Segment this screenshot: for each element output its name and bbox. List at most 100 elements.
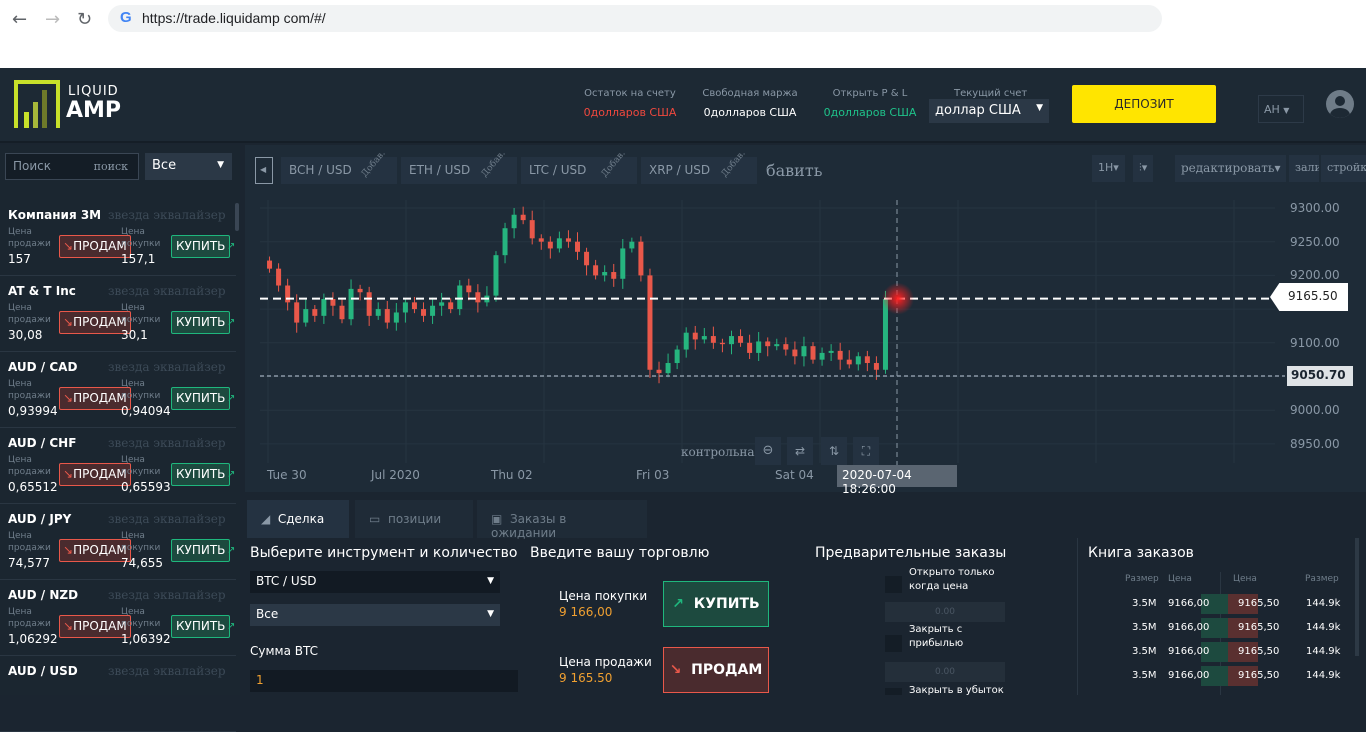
candle-body xyxy=(475,292,481,303)
instrument-select[interactable]: BTC / USD ▼ xyxy=(250,571,500,593)
pnl-stat: Открыть P & L 0долларов США xyxy=(823,88,917,119)
candle-body xyxy=(774,344,780,347)
sell-button[interactable]: ↘ПРОДАМ xyxy=(59,311,131,334)
browser-bar: ← → ↻ Ghttps://trade.liquidamp com/#/ xyxy=(0,0,1366,68)
sell-button[interactable]: ↘ПРОДАМ xyxy=(59,387,131,410)
candle-body xyxy=(402,302,408,313)
favorite-link[interactable]: звезда эквалайзер xyxy=(108,284,226,298)
tab-positions[interactable]: ▭ позиции xyxy=(355,500,473,538)
order-book-scrollbar[interactable] xyxy=(1355,538,1359,656)
url-bar[interactable]: Ghttps://trade.liquidamp com/#/ xyxy=(108,5,1162,32)
sell-button[interactable]: ↘ ПРОДАМ xyxy=(663,647,769,693)
buy-button[interactable]: КУПИТЬ ↗ xyxy=(171,387,235,410)
candle-body xyxy=(285,285,291,303)
instrument-item[interactable]: Компания 3М звезда эквалайзер Цена прода… xyxy=(0,200,236,276)
candle-body xyxy=(348,288,354,320)
arrow-down-icon: ↘ xyxy=(63,239,74,253)
pre-checkbox-open[interactable] xyxy=(885,576,902,593)
instrument-item[interactable]: AUD / USD звезда эквалайзер xyxy=(0,656,236,732)
reload-icon[interactable]: ↻ xyxy=(77,9,92,30)
crosshair-price-label: 9050.70 xyxy=(1287,366,1353,386)
candle-body xyxy=(828,350,834,353)
candle-body xyxy=(728,336,734,345)
buy-button[interactable]: КУПИТЬ ↗ xyxy=(171,539,235,562)
candle-body xyxy=(393,312,399,323)
book-header: Цена xyxy=(1168,574,1192,584)
favorite-link[interactable]: звезда эквалайзер xyxy=(108,512,226,526)
y-tick-label: 9300.00 xyxy=(1290,201,1340,215)
deposit-button[interactable]: ДЕПОЗИТ xyxy=(1072,85,1216,123)
search-button[interactable]: поиск xyxy=(94,160,128,173)
sell-button[interactable]: ↘ПРОДАМ xyxy=(59,539,131,562)
candle-body xyxy=(556,238,562,249)
account-select[interactable]: доллар США ▼ xyxy=(929,99,1049,123)
pre-input-open[interactable]: 0.00 xyxy=(885,602,1005,622)
book-row[interactable]: 3.5M 9166,00 9165,50 144.9k xyxy=(1125,594,1345,614)
candle-body xyxy=(384,309,390,323)
instrument-item[interactable]: AUD / JPY звезда эквалайзер Цена продажи… xyxy=(0,504,236,580)
book-row[interactable]: 3.5M 9166,00 9165,50 144.9k xyxy=(1125,618,1345,638)
zoom-out-icon[interactable]: ⊖ xyxy=(755,437,781,465)
avatar-icon[interactable] xyxy=(1326,90,1354,118)
instrument-name: Компания 3М xyxy=(8,208,102,222)
order-book-title: Книга заказов xyxy=(1088,545,1194,561)
candle-body xyxy=(810,346,816,360)
buy-price: 157,1 xyxy=(121,252,156,266)
briefcase-icon: ▣ xyxy=(491,512,507,526)
favorite-link[interactable]: звезда эквалайзер xyxy=(108,664,226,678)
sell-price: 157 xyxy=(8,252,31,266)
buy-button[interactable]: КУПИТЬ ↗ xyxy=(171,311,235,334)
swap-icon[interactable]: ⇄ xyxy=(787,437,813,465)
pre-checkbox-profit[interactable] xyxy=(885,635,902,652)
free-margin-stat: Свободная маржа 0долларов США xyxy=(702,88,798,119)
amount-input[interactable]: 1 xyxy=(250,670,518,692)
book-row[interactable]: 3.5M 9166,00 9165,50 144.9k xyxy=(1125,666,1345,686)
forward-icon[interactable]: → xyxy=(45,9,60,30)
google-icon: G xyxy=(120,9,132,26)
favorite-link[interactable]: звезда эквалайзер xyxy=(108,208,226,222)
group-select[interactable]: Все ▼ xyxy=(250,604,500,626)
arrow-down-icon: ↘ xyxy=(63,619,74,633)
vertical-scale-icon[interactable]: ⇅ xyxy=(821,437,847,465)
candle-body xyxy=(837,350,843,360)
sell-price: 0,93994 xyxy=(8,404,58,418)
sell-button[interactable]: ↘ПРОДАМ xyxy=(59,615,131,638)
sell-price-label: Цена продажи xyxy=(8,303,51,325)
buy-button[interactable]: КУПИТЬ ↗ xyxy=(171,463,235,486)
sell-button[interactable]: ↘ПРОДАМ xyxy=(59,235,131,258)
candle-body xyxy=(575,241,580,252)
filter-select[interactable]: Все ▼ xyxy=(145,153,232,180)
candle-body xyxy=(593,265,599,276)
candle-body xyxy=(756,341,762,353)
back-icon[interactable]: ← xyxy=(12,9,27,30)
instrument-item[interactable]: AUD / NZD звезда эквалайзер Цена продажи… xyxy=(0,580,236,656)
buy-price-label: Цена покупки xyxy=(121,379,161,401)
candle-body xyxy=(738,336,744,343)
buy-button[interactable]: ↗ КУПИТЬ xyxy=(663,581,769,627)
fullscreen-icon[interactable]: ⛶ xyxy=(853,437,879,465)
x-tick-label: Jul 2020 xyxy=(371,468,420,482)
crosshair-time-label: 2020-07-04 18:26:00 xyxy=(837,465,957,496)
tab-deal[interactable]: ◢ Сделка xyxy=(247,500,349,538)
instrument-name: AUD / CAD xyxy=(8,360,78,374)
pre-input-profit[interactable]: 0.00 xyxy=(885,662,1005,682)
buy-button[interactable]: КУПИТЬ ↗ xyxy=(171,235,235,258)
sell-price: 30,08 xyxy=(8,328,43,342)
candle-body xyxy=(602,272,608,276)
pre-checkbox-loss[interactable] xyxy=(885,688,902,695)
book-row[interactable]: 3.5M 9166,00 9165,50 144.9k xyxy=(1125,642,1345,662)
instrument-item[interactable]: AUD / CAD звезда эквалайзер Цена продажи… xyxy=(0,352,236,428)
instrument-item[interactable]: AT & T Inc звезда эквалайзер Цена продаж… xyxy=(0,276,236,352)
favorite-link[interactable]: звезда эквалайзер xyxy=(108,360,226,374)
search-input[interactable]: Поиск поиск xyxy=(5,153,139,180)
instrument-name: AUD / NZD xyxy=(8,588,79,602)
language-select[interactable]: АН ▼ xyxy=(1258,95,1304,123)
candle-body xyxy=(430,305,436,316)
sell-button[interactable]: ↘ПРОДАМ xyxy=(59,463,131,486)
buy-button[interactable]: КУПИТЬ ↗ xyxy=(171,615,235,638)
favorite-link[interactable]: звезда эквалайзер xyxy=(108,436,226,450)
tab-pending-orders[interactable]: ▣ Заказы в ожидании xyxy=(477,500,647,540)
arrow-down-icon: ↘ xyxy=(669,662,682,678)
favorite-link[interactable]: звезда эквалайзер xyxy=(108,588,226,602)
instrument-item[interactable]: AUD / CHF звезда эквалайзер Цена продажи… xyxy=(0,428,236,504)
